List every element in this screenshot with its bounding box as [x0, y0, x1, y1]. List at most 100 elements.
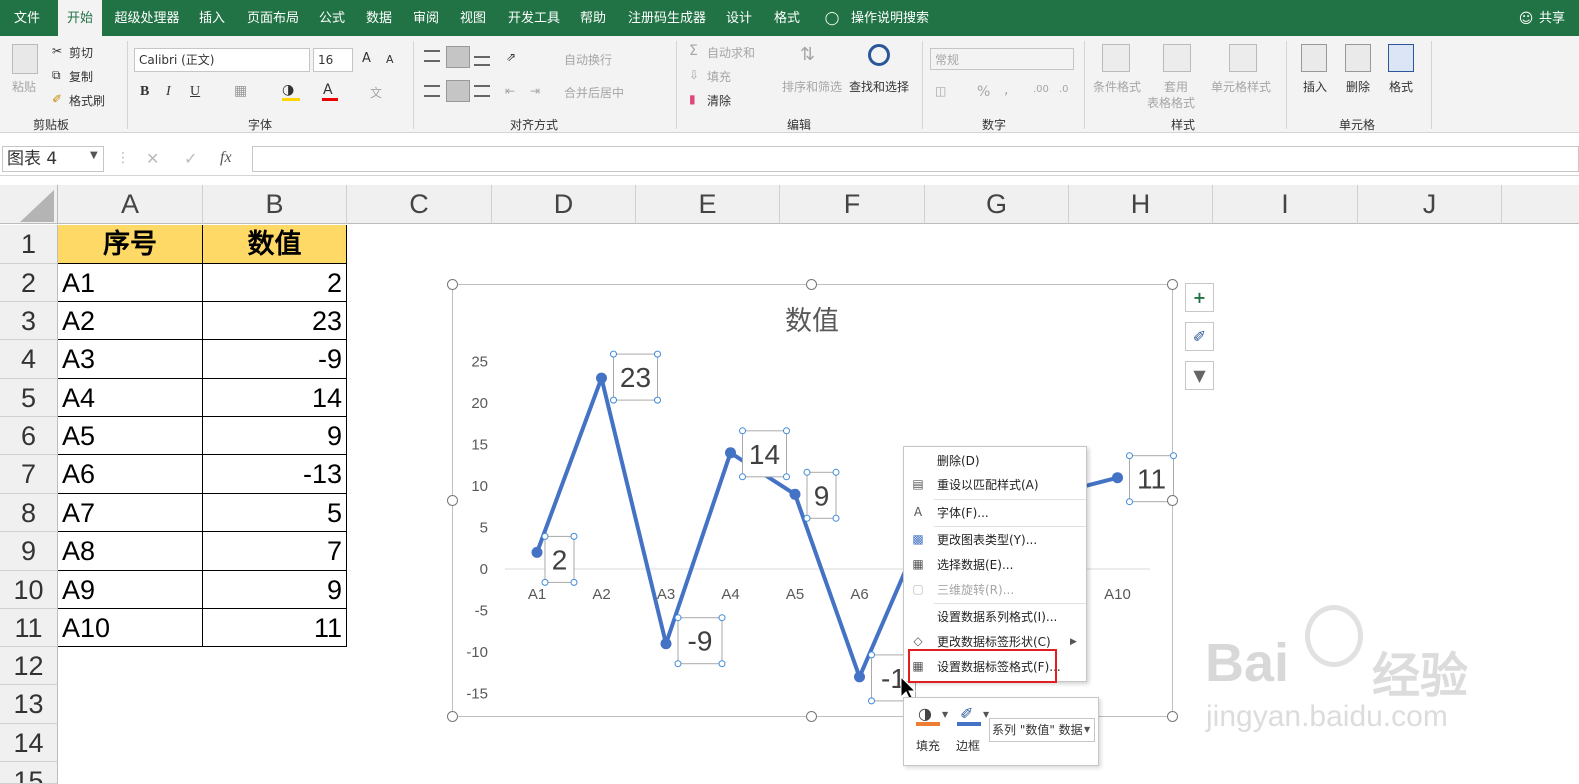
- x-tick-label: A6: [850, 586, 868, 603]
- data-label-handle: [570, 532, 578, 540]
- data-label-handle: [674, 660, 682, 668]
- data-label: 11: [1137, 464, 1166, 495]
- menu-item-font[interactable]: A 字体(F)...: [904, 501, 1086, 525]
- border-pen-icon[interactable]: ✐: [960, 704, 973, 723]
- data-label-handle: [541, 578, 549, 586]
- data-point: [596, 372, 607, 384]
- data-label: 23: [620, 362, 651, 393]
- resize-handle[interactable]: [447, 711, 458, 722]
- y-tick-label: 15: [471, 437, 488, 454]
- data-label: 2: [552, 544, 568, 575]
- mini-border-button[interactable]: 边框: [956, 737, 980, 754]
- y-tick-label: 0: [480, 561, 488, 578]
- data-point: [789, 488, 801, 500]
- y-tick-label: -10: [466, 644, 488, 661]
- watermark-brand-cn: 经验: [1372, 648, 1469, 704]
- menu-item-select-data[interactable]: ▦ 选择数据(E)...: [904, 553, 1086, 577]
- submenu-arrow-icon: ▶: [1070, 637, 1077, 647]
- data-label-handle: [868, 697, 875, 705]
- data-label-handle: [1126, 452, 1133, 460]
- data-label-handle: [783, 427, 790, 435]
- data-label-handle: [739, 473, 746, 481]
- highlight-box: [908, 649, 1057, 683]
- x-tick-label: A3: [657, 586, 675, 603]
- resize-handle[interactable]: [447, 495, 458, 506]
- data-label-handle: [1126, 498, 1133, 506]
- data-label-handle: [674, 614, 682, 622]
- chevron-down-icon[interactable]: ▼: [1084, 725, 1091, 734]
- chart-element-select-label: 系列 "数值" 数据: [992, 723, 1083, 737]
- resize-handle[interactable]: [1167, 495, 1178, 506]
- y-tick-label: 5: [480, 520, 488, 537]
- data-label-handle: [803, 468, 811, 476]
- chart-styles-brush-icon[interactable]: ✐: [1185, 322, 1214, 351]
- menu-item-label: 字体(F)...: [937, 506, 989, 520]
- mini-fill-button[interactable]: 填充: [916, 737, 940, 754]
- data-label-handle: [868, 651, 875, 659]
- menu-item-label: 更改图表类型(Y)...: [937, 533, 1038, 547]
- select-data-icon: ▦: [912, 557, 924, 571]
- resize-handle[interactable]: [806, 279, 817, 290]
- resize-handle[interactable]: [447, 279, 458, 290]
- chart-plot-svg: 25 20 15 10 5 0 -5 -10 -15 A1 A2 A3 A4 A5 A6 A10 2 23 -9 14…: [466, 350, 1177, 705]
- data-label-handle: [783, 473, 790, 481]
- data-point: [1112, 472, 1123, 484]
- menu-separator: [934, 603, 1086, 604]
- data-label-handle: [610, 350, 617, 358]
- data-label-handle: [832, 514, 840, 522]
- menu-separator: [934, 526, 1086, 527]
- menu-item-3d-rotation[interactable]: ▢ 三维旋转(R)...: [904, 578, 1086, 602]
- data-label-handle: [570, 578, 578, 586]
- menu-item-label: 三维旋转(R)...: [937, 583, 1015, 597]
- data-point: [660, 638, 672, 650]
- y-tick-label: 25: [471, 354, 488, 371]
- data-label-handle: [654, 350, 661, 358]
- data-label: -9: [688, 626, 713, 657]
- chart-filter-icon[interactable]: ▼: [1185, 361, 1214, 390]
- x-tick-label: A10: [1104, 586, 1131, 603]
- rotate-3d-icon: ▢: [912, 582, 924, 596]
- x-tick-label: A5: [786, 586, 804, 603]
- menu-item-label: 更改数据标签形状(C): [937, 635, 1051, 649]
- menu-item-label: 删除(D): [937, 454, 980, 468]
- chart-elements-button[interactable]: +: [1185, 283, 1214, 312]
- y-tick-label: 10: [471, 478, 488, 495]
- watermark-brand: Bai: [1205, 633, 1290, 693]
- watermark-url: jingyan.baidu.com: [1206, 700, 1448, 733]
- border-color-bar: [957, 722, 981, 726]
- chart-element-select[interactable]: 系列 "数值" 数据: [989, 718, 1095, 742]
- menu-item-delete[interactable]: 删除(D): [904, 449, 1086, 473]
- resize-handle[interactable]: [1167, 279, 1178, 290]
- shape-icon: ◇: [913, 634, 923, 648]
- fill-color-bar: [916, 722, 940, 726]
- menu-separator: [934, 499, 1086, 500]
- x-tick-label: A2: [592, 586, 610, 603]
- y-tick-label: 20: [471, 395, 488, 412]
- context-menu: 删除(D) ▤ 重设以匹配样式(A) A 字体(F)... ▩ 更改图表类型(Y)..…: [903, 446, 1087, 682]
- menu-item-label: 重设以匹配样式(A): [937, 478, 1039, 492]
- data-label-handle: [610, 396, 617, 404]
- chevron-down-icon[interactable]: ▼: [942, 710, 948, 719]
- data-label: 14: [749, 439, 780, 470]
- resize-handle[interactable]: [1167, 711, 1178, 722]
- x-tick-label: A1: [528, 586, 546, 603]
- menu-item-label: 设置数据系列格式(I)...: [937, 610, 1058, 624]
- y-tick-label: -15: [466, 686, 488, 703]
- x-tick-label: A4: [721, 586, 739, 603]
- resize-handle[interactable]: [806, 711, 817, 722]
- fill-bucket-icon[interactable]: ◑: [918, 704, 932, 723]
- reset-icon: ▤: [912, 477, 924, 491]
- data-point: [854, 671, 865, 683]
- data-label: 9: [814, 480, 830, 511]
- menu-item-label: 选择数据(E)...: [937, 558, 1014, 572]
- font-icon: A: [913, 505, 923, 519]
- data-point: [531, 546, 543, 558]
- menu-item-format-data-series[interactable]: 设置数据系列格式(I)...: [904, 605, 1086, 629]
- menu-item-reset-style[interactable]: ▤ 重设以匹配样式(A): [904, 473, 1086, 497]
- menu-item-change-chart-type[interactable]: ▩ 更改图表类型(Y)...: [904, 528, 1086, 552]
- data-label-handle: [1170, 452, 1177, 460]
- data-label-handle: [718, 614, 726, 622]
- chart-type-icon: ▩: [912, 532, 924, 546]
- data-label-handle: [803, 514, 811, 522]
- data-label-handle: [718, 660, 726, 668]
